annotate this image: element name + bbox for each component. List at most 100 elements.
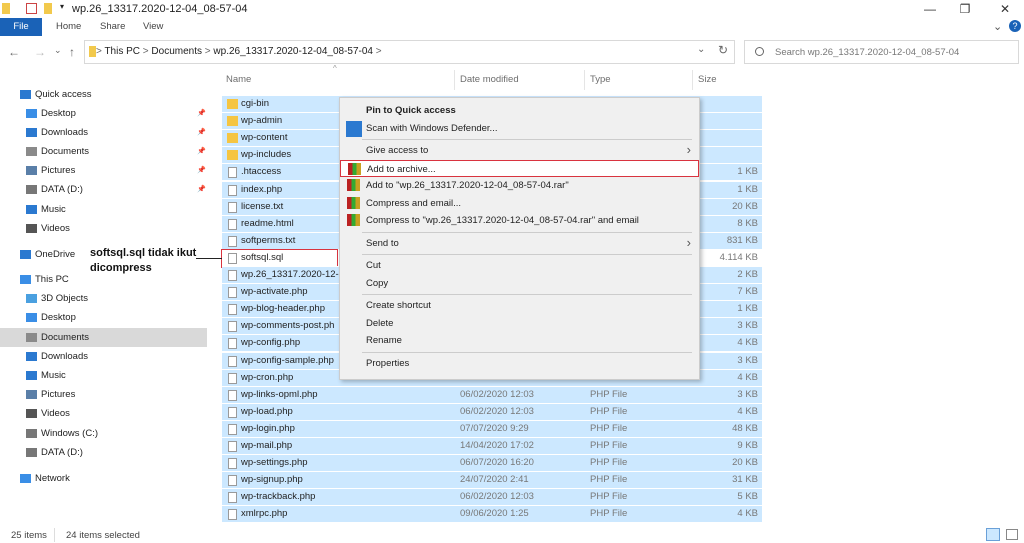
details-view-button[interactable] xyxy=(986,528,1000,541)
menu-item-label: Scan with Windows Defender... xyxy=(366,122,498,134)
file-row[interactable]: wp-load.php 06/02/2020 12:03 PHP File 4 KB xyxy=(222,402,762,420)
tab-share[interactable]: Share xyxy=(88,18,137,36)
sidebar-item-data-d[interactable]: DATA (D:) 📌 xyxy=(0,180,207,199)
menu-item-pin-to-quick-access[interactable]: Pin to Quick access xyxy=(340,102,699,120)
search-box[interactable]: Search wp.26_13317.2020-12-04_08-57-04 xyxy=(744,40,1019,64)
file-row[interactable]: wp-links-opml.php 06/02/2020 12:03 PHP Fil… xyxy=(222,385,762,403)
file-row[interactable]: wp-mail.php 14/04/2020 17:02 PHP File 9 KB xyxy=(222,437,762,454)
documents-icon xyxy=(26,333,37,342)
file-icon xyxy=(228,235,237,247)
sidebar-item-3d-objects[interactable]: 3D Objects xyxy=(0,289,207,308)
menu-item-label: Add to archive... xyxy=(367,163,436,175)
menu-item-send-to[interactable]: Send to › xyxy=(340,235,699,253)
menu-item-add-to-wp-26-13317-2020-12-04-08-57-04-rar[interactable]: Add to "wp.26_13317.2020-12-04_08-57-04.… xyxy=(340,177,699,195)
sidebar-item-documents[interactable]: Documents xyxy=(0,328,207,347)
column-header-size[interactable]: Size xyxy=(698,74,716,85)
sidebar-item-label: OneDrive xyxy=(35,249,76,260)
pin-icon[interactable]: 📌 xyxy=(197,142,206,161)
tab-view[interactable]: View xyxy=(131,18,175,36)
tab-file[interactable]: File xyxy=(0,18,42,36)
sidebar-item-desktop[interactable]: Desktop 📌 xyxy=(0,104,207,123)
menu-item-create-shortcut[interactable]: Create shortcut xyxy=(340,297,699,315)
forward-button[interactable]: → xyxy=(34,45,46,59)
breadcrumb-documents[interactable]: Documents xyxy=(151,46,202,57)
sidebar-item-pictures[interactable]: Pictures 📌 xyxy=(0,161,207,180)
status-bar: 25 items 24 items selected xyxy=(0,528,1024,543)
large-icons-view-button[interactable] xyxy=(1006,529,1018,540)
address-dropdown-icon[interactable]: ⌄ xyxy=(697,44,705,55)
up-button[interactable]: ↑ xyxy=(69,45,75,59)
sidebar-item-downloads[interactable]: Downloads xyxy=(0,347,207,366)
menu-item-cut[interactable]: Cut xyxy=(340,257,699,275)
folder-icon xyxy=(89,46,96,57)
file-date: 06/02/2020 12:03 xyxy=(460,405,534,417)
sidebar-item-windows-c[interactable]: Windows (C:) xyxy=(0,424,207,443)
menu-item-compress-and-email[interactable]: Compress and email... xyxy=(340,195,699,213)
menu-separator xyxy=(362,351,692,353)
menu-item-scan-with-windows-defender[interactable]: Scan with Windows Defender... xyxy=(340,120,699,138)
menu-item-delete[interactable]: Delete xyxy=(340,315,699,333)
sidebar-item-music[interactable]: Music xyxy=(0,366,207,385)
menu-item-rename[interactable]: Rename xyxy=(340,332,699,350)
refresh-button[interactable]: ↻ xyxy=(718,43,728,57)
menu-item-give-access-to[interactable]: Give access to › xyxy=(340,142,699,160)
file-type: PHP File xyxy=(590,422,628,434)
back-button[interactable]: ← xyxy=(8,45,20,59)
column-header-date[interactable]: Date modified xyxy=(460,74,519,85)
sidebar-item-music[interactable]: Music xyxy=(0,200,207,219)
annotation-pointer-line xyxy=(196,258,222,259)
window-title: wp.26_13317.2020-12-04_08-57-04 xyxy=(72,3,248,15)
file-row[interactable]: wp-settings.php 06/07/2020 16:20 PHP File 2… xyxy=(222,454,762,472)
breadcrumb-current-folder[interactable]: wp.26_13317.2020-12-04_08-57-04 xyxy=(213,46,373,57)
breadcrumb-this-pc[interactable]: This PC xyxy=(104,46,140,57)
menu-item-label: Create shortcut xyxy=(366,300,431,311)
pin-icon[interactable]: 📌 xyxy=(197,180,206,199)
sidebar-item-downloads[interactable]: Downloads 📌 xyxy=(0,123,207,142)
tab-home[interactable]: Home xyxy=(44,18,93,36)
properties-qat-icon[interactable] xyxy=(26,3,37,14)
help-icon[interactable]: ? xyxy=(1009,20,1021,32)
pin-icon[interactable]: 📌 xyxy=(197,104,206,123)
sidebar-item-documents[interactable]: Documents 📌 xyxy=(0,142,207,161)
file-row[interactable]: wp-signup.php 24/07/2020 2:41 PHP File 31 K… xyxy=(222,471,762,489)
menu-item-copy[interactable]: Copy xyxy=(340,275,699,293)
network-icon xyxy=(20,474,31,483)
sidebar-item-quick-access[interactable]: Quick access xyxy=(0,85,207,104)
qat-dropdown-icon[interactable]: ▾ xyxy=(60,2,64,11)
menu-item-compress-to-wp-26-13317-2020-12-04-08-57-04-rar-and-email[interactable]: Compress to "wp.26_13317.2020-12-04_08-5… xyxy=(340,212,699,230)
maximize-button[interactable]: ❐ xyxy=(950,2,980,16)
sidebar-item-videos[interactable]: Videos xyxy=(0,404,207,423)
file-size: 20 KB xyxy=(732,457,758,469)
menu-item-properties[interactable]: Properties xyxy=(340,355,699,373)
file-size: 4 KB xyxy=(737,371,758,383)
recent-locations-button[interactable]: ⌄ xyxy=(54,45,62,56)
file-row[interactable]: xmlrpc.php 09/06/2020 1:25 PHP File 4 KB xyxy=(222,505,762,523)
sidebar-item-network[interactable]: Network xyxy=(0,469,207,488)
sidebar-item-desktop[interactable]: Desktop xyxy=(0,308,207,327)
music-icon xyxy=(26,205,37,214)
sidebar-item-data-d[interactable]: DATA (D:) xyxy=(0,443,207,462)
file-size: 4.114 KB xyxy=(719,251,758,263)
search-input[interactable]: Search wp.26_13317.2020-12-04_08-57-04 xyxy=(775,47,959,58)
new-folder-qat-icon[interactable] xyxy=(44,3,52,14)
expand-ribbon-icon[interactable]: ⌄ xyxy=(993,20,1002,33)
file-icon xyxy=(228,218,237,230)
file-row[interactable]: wp-login.php 07/07/2020 9:29 PHP File 48 KB xyxy=(222,419,762,437)
close-button[interactable]: ✕ xyxy=(990,2,1020,16)
folder-icon xyxy=(227,133,238,144)
pin-icon[interactable]: 📌 xyxy=(197,161,206,180)
download-icon xyxy=(26,128,37,137)
sidebar-item-videos[interactable]: Videos xyxy=(0,219,207,238)
annotation-line-2: dicompress xyxy=(90,262,152,274)
column-header-name[interactable]: Name xyxy=(226,74,251,85)
documents-icon xyxy=(26,147,37,156)
menu-item-label: Properties xyxy=(366,357,410,369)
file-icon xyxy=(228,441,237,452)
pin-icon[interactable]: 📌 xyxy=(197,123,206,142)
column-header-type[interactable]: Type xyxy=(590,74,611,85)
file-row[interactable]: wp-trackback.php 06/02/2020 12:03 PHP File… xyxy=(222,488,762,506)
menu-item-add-to-archive[interactable]: Add to archive... xyxy=(340,159,699,177)
minimize-button[interactable]: — xyxy=(915,2,945,16)
folder-icon xyxy=(227,99,238,109)
sidebar-item-pictures[interactable]: Pictures xyxy=(0,385,207,404)
